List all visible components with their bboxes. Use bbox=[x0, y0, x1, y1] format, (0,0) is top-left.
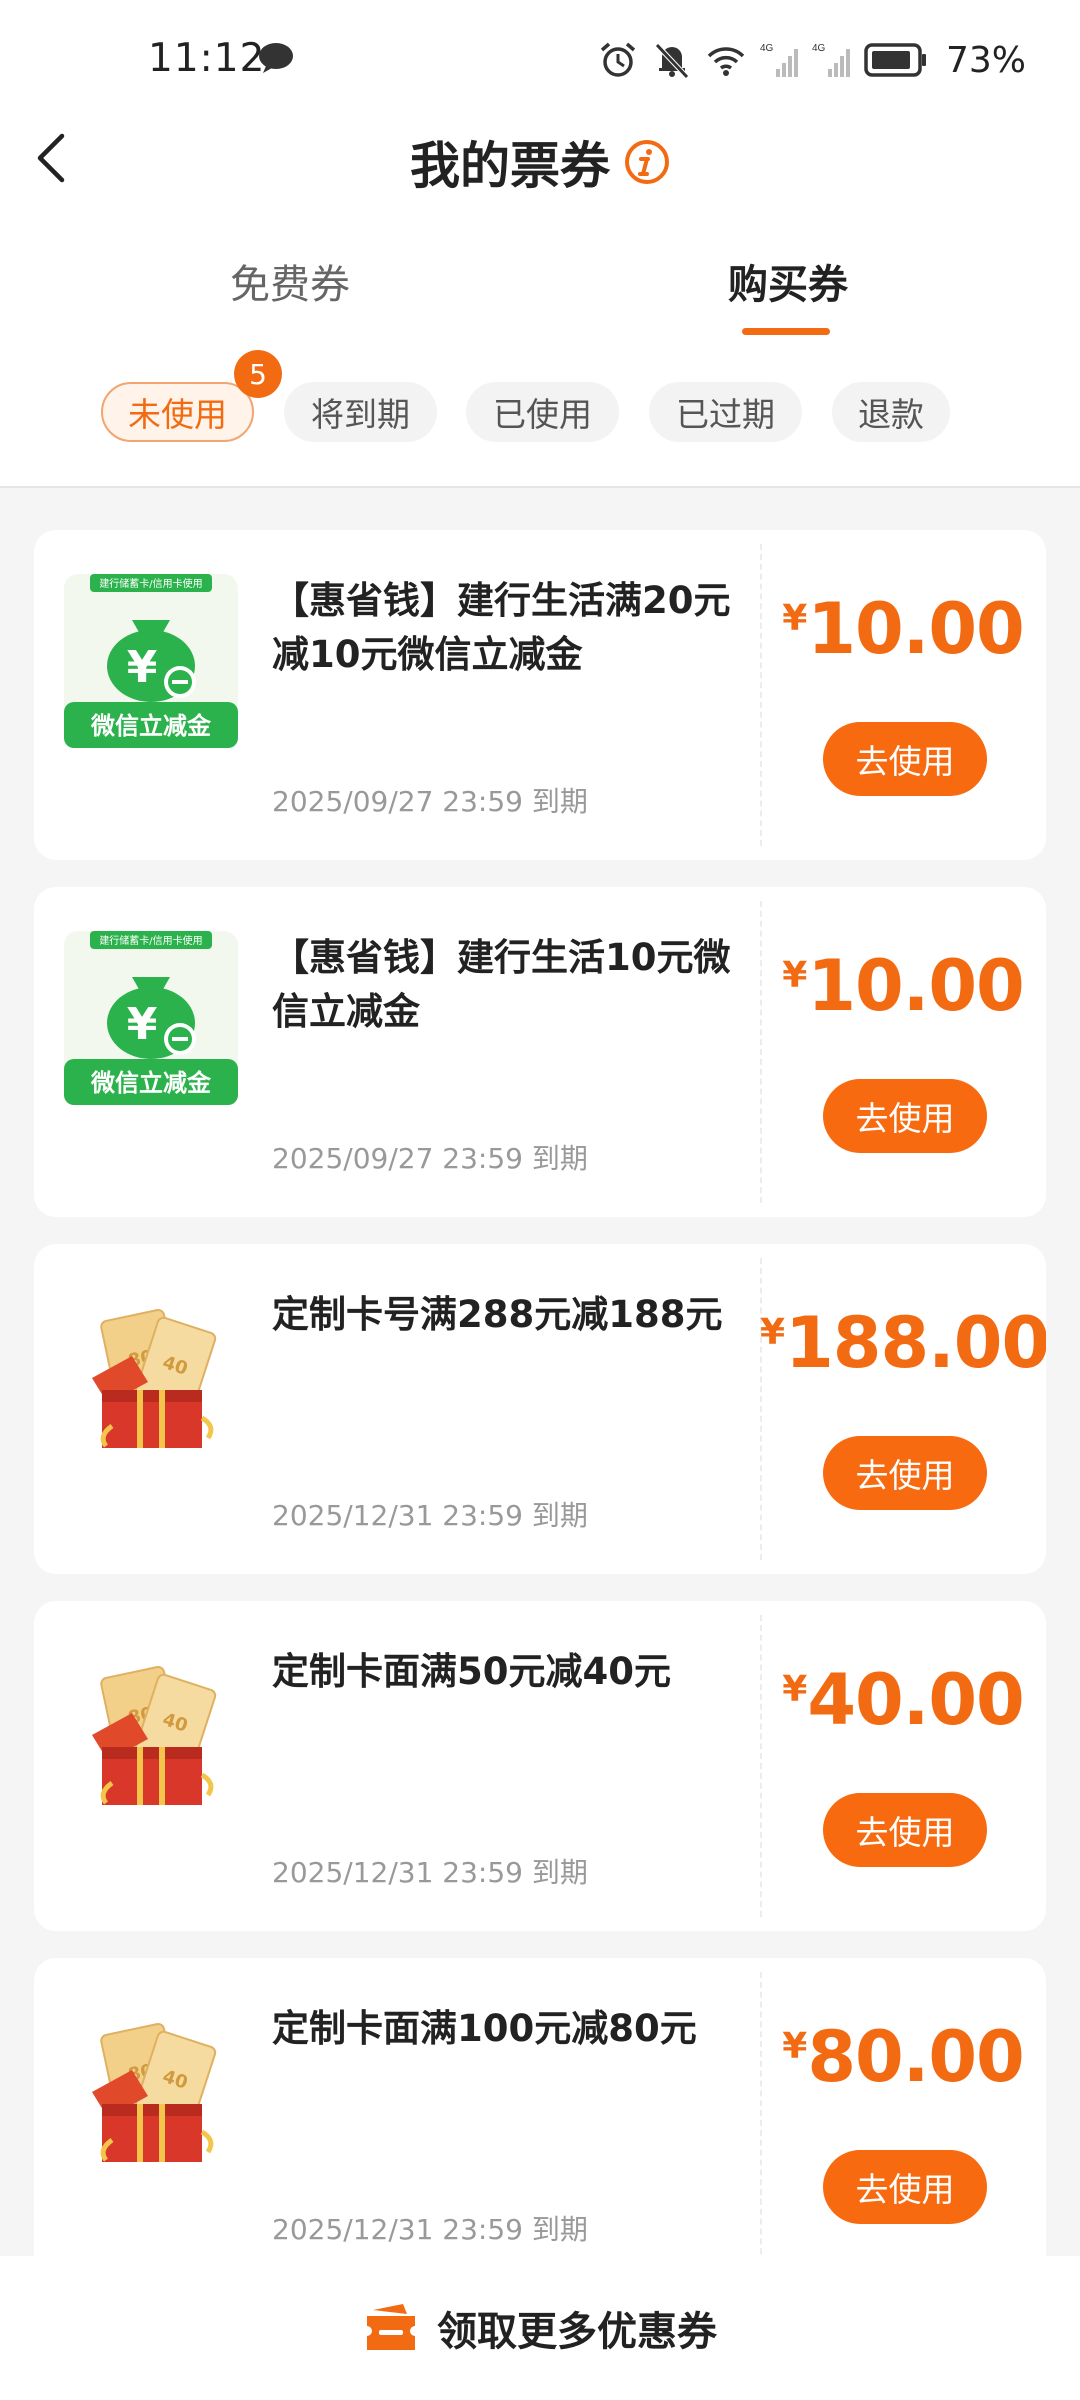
filter-expiring[interactable]: 将到期 bbox=[284, 382, 437, 442]
coupon-expiry: 2025/12/31 23:59 到期 bbox=[272, 1856, 588, 1889]
coupon-price: ¥10.00 bbox=[760, 588, 1046, 670]
status-bar: 11:12 4G 4G 73% bbox=[0, 0, 1080, 120]
coupon-title: 定制卡号满288元减188元 bbox=[272, 1293, 723, 1336]
svg-text:¥: ¥ bbox=[127, 642, 158, 693]
coupon-title: 【惠省钱】建行生活满20元减10元微信立减金 bbox=[272, 579, 731, 676]
message-icon bbox=[259, 43, 293, 73]
status-time: 11:12 bbox=[148, 36, 266, 81]
icon-label-text: 微信立减金 bbox=[90, 712, 212, 740]
coupon-card[interactable]: 建行储蓄卡/信用卡使用 ¥ 微信立减金 【惠省钱】建行生活满20元减10元微信立… bbox=[34, 530, 1046, 860]
filter-used[interactable]: 已使用 bbox=[466, 382, 619, 442]
icon-label-text: 微信立减金 bbox=[90, 1069, 212, 1097]
svg-text:¥: ¥ bbox=[127, 999, 158, 1050]
signal-4g-icon: 4G bbox=[812, 43, 850, 77]
coupon-amount: 40.00 bbox=[807, 1659, 1024, 1741]
net-type-1: 4G bbox=[760, 43, 774, 54]
use-button[interactable]: 去使用 bbox=[823, 1436, 987, 1510]
tab-free-coupons[interactable]: 免费券 bbox=[230, 252, 350, 310]
get-more-coupons-label: 领取更多优惠券 bbox=[437, 2309, 717, 2355]
coupon-expiry: 2025/09/27 23:59 到期 bbox=[272, 1142, 588, 1175]
tab-purchased-coupons[interactable]: 购买券 bbox=[728, 252, 848, 310]
currency-symbol: ¥ bbox=[782, 598, 808, 639]
info-icon[interactable] bbox=[624, 139, 670, 185]
status-icons: 4G 4G 73% bbox=[598, 36, 1026, 84]
coupon-price: ¥188.00 bbox=[760, 1302, 1046, 1384]
mute-bell-icon bbox=[655, 43, 689, 79]
coupon-price: ¥40.00 bbox=[760, 1659, 1046, 1741]
coupon-expiry: 2025/09/27 23:59 到期 bbox=[272, 785, 588, 818]
currency-symbol: ¥ bbox=[782, 2026, 808, 2067]
coupon-card[interactable]: 80 40 定制卡面满50元减40元 2025/12/31 23:59 到期 ¥… bbox=[34, 1601, 1046, 1931]
coupon-amount: 10.00 bbox=[807, 588, 1024, 670]
get-more-coupons-bar[interactable]: 领取更多优惠券 bbox=[0, 2256, 1080, 2400]
coupon-title: 【惠省钱】建行生活10元微信立减金 bbox=[272, 936, 731, 1033]
coupon-amount: 80.00 bbox=[807, 2016, 1024, 2098]
coupon-title: 定制卡面满100元减80元 bbox=[272, 2007, 697, 2050]
active-tab-indicator bbox=[742, 328, 830, 335]
gift-box-icon: 80 40 bbox=[92, 1665, 217, 1805]
coupon-card[interactable]: 80 40 定制卡号满288元减188元 2025/12/31 23:59 到期… bbox=[34, 1244, 1046, 1574]
use-button[interactable]: 去使用 bbox=[823, 1079, 987, 1153]
coupon-expiry: 2025/12/31 23:59 到期 bbox=[272, 2213, 588, 2246]
coupon-price: ¥80.00 bbox=[760, 2016, 1046, 2098]
use-button[interactable]: 去使用 bbox=[823, 1793, 987, 1867]
header-divider bbox=[0, 486, 1080, 488]
filter-refund[interactable]: 退款 bbox=[832, 382, 950, 442]
coupon-card[interactable]: 建行储蓄卡/信用卡使用 ¥ 微信立减金 【惠省钱】建行生活10元微信立减金 20… bbox=[34, 887, 1046, 1217]
gift-box-icon: 80 40 bbox=[92, 2022, 217, 2162]
unused-count-badge: 5 bbox=[234, 350, 282, 398]
coupon-card[interactable]: 80 40 定制卡面满100元减80元 2025/12/31 23:59 到期 … bbox=[34, 1958, 1046, 2288]
page-header: 我的票券 bbox=[0, 126, 1080, 198]
battery-icon bbox=[864, 43, 926, 77]
wifi-icon bbox=[707, 47, 745, 76]
signal-4g-icon: 4G bbox=[760, 43, 798, 77]
coupon-title: 定制卡面满50元减40元 bbox=[272, 1650, 671, 1693]
net-type-2: 4G bbox=[812, 43, 826, 54]
page-title: 我的票券 bbox=[410, 137, 610, 195]
battery-percent: 73% bbox=[945, 39, 1026, 81]
icon-banner-text: 建行储蓄卡/信用卡使用 bbox=[99, 577, 202, 590]
icon-banner-text: 建行储蓄卡/信用卡使用 bbox=[99, 934, 202, 947]
alarm-icon bbox=[600, 42, 636, 77]
filter-expired[interactable]: 已过期 bbox=[649, 382, 802, 442]
wechat-money-bag-icon: 建行储蓄卡/信用卡使用 ¥ 微信立减金 bbox=[64, 931, 238, 1105]
use-button[interactable]: 去使用 bbox=[823, 722, 987, 796]
gift-box-icon: 80 40 bbox=[92, 1308, 217, 1448]
coupon-price: ¥10.00 bbox=[760, 945, 1046, 1027]
coupon-ticket-icon bbox=[367, 2304, 415, 2350]
coupon-amount: 10.00 bbox=[807, 945, 1024, 1027]
coupon-expiry: 2025/12/31 23:59 到期 bbox=[272, 1499, 588, 1532]
filter-unused[interactable]: 未使用 bbox=[101, 382, 254, 442]
wechat-money-bag-icon: 建行储蓄卡/信用卡使用 ¥ 微信立减金 bbox=[64, 574, 238, 748]
coupon-amount: 188.00 bbox=[785, 1302, 1046, 1384]
use-button[interactable]: 去使用 bbox=[823, 2150, 987, 2224]
currency-symbol: ¥ bbox=[760, 1312, 786, 1353]
currency-symbol: ¥ bbox=[782, 955, 808, 996]
currency-symbol: ¥ bbox=[782, 1669, 808, 1710]
